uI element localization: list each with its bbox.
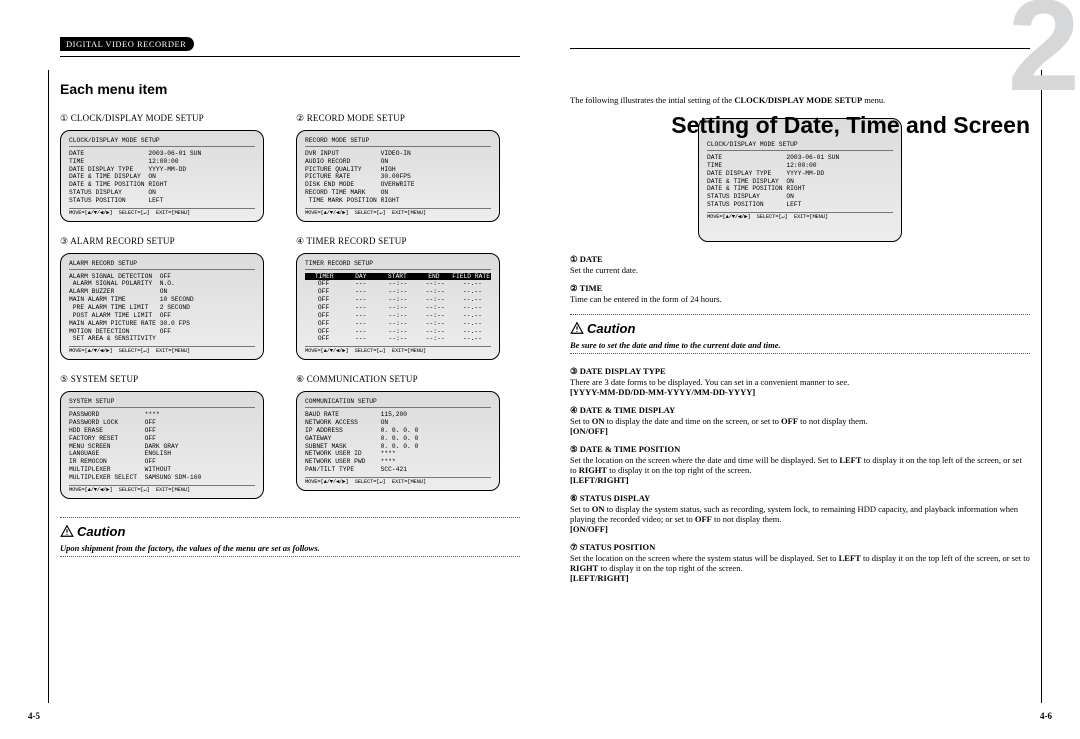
caution-text: Upon shipment from the factory, the valu… [60,543,520,553]
osd-screen: CLOCK/DISPLAY MODE SETUPDATE 2003-06-01 … [60,130,264,222]
chapter-number: 2 [1008,0,1080,91]
setting-item: ⑤ DATE & TIME POSITIONSet the location o… [570,444,1030,485]
menu-label: ④ TIMER RECORD SETUP [296,236,520,247]
setting-item: ① DATESet the current date. [570,254,1030,275]
menu-label: ② RECORD MODE SETUP [296,113,520,124]
vertical-rule [1041,70,1042,703]
page-number: 4-6 [1040,711,1052,721]
setting-item: ④ DATE & TIME DISPLAYSet to ON to displa… [570,405,1030,436]
menu-block: ② RECORD MODE SETUP RECORD MODE SETUPDVR … [296,113,520,222]
section-title: Each menu item [60,81,520,97]
osd-screen: ALARM RECORD SETUPALARM SIGNAL DETECTION… [60,253,264,360]
menu-label: ③ ALARM RECORD SETUP [60,236,284,247]
menu-block: ① CLOCK/DISPLAY MODE SETUP CLOCK/DISPLAY … [60,113,284,222]
top-rule [570,48,1030,49]
osd-screen: RECORD MODE SETUPDVR INPUT VIDEO-IN AUDI… [296,130,500,222]
menu-grid: ① CLOCK/DISPLAY MODE SETUP CLOCK/DISPLAY … [60,113,520,499]
caution-block: Caution Be sure to set the date and time… [570,314,1030,354]
left-page: DIGITAL VIDEO RECORDER Each menu item ① … [0,0,540,739]
caution-title: Caution [60,524,520,539]
setting-item: ③ DATE DISPLAY TYPEThere are 3 date form… [570,366,1030,397]
osd-screen: TIMER RECORD SETUPTIMERDAYSTARTENDFIELD … [296,253,500,360]
top-rule [60,56,520,57]
item-list-bottom: ③ DATE DISPLAY TYPEThere are 3 date form… [570,366,1030,583]
menu-label: ① CLOCK/DISPLAY MODE SETUP [60,113,284,124]
right-page: 2 Setting of Date, Time and Screen The f… [540,0,1080,739]
chapter-title: Setting of Date, Time and Screen [570,112,1030,139]
intro-text: The following illustrates the intial set… [570,95,1030,106]
setting-item: ② TIMETime can be entered in the form of… [570,283,1030,304]
warning-icon [60,524,74,538]
warning-icon [570,321,584,335]
menu-block: ③ ALARM RECORD SETUP ALARM RECORD SETUPAL… [60,236,284,360]
osd-screen: SYSTEM SETUPPASSWORD **** PASSWORD LOCK … [60,391,264,498]
caution-title: Caution [570,321,1030,336]
menu-block: ⑤ SYSTEM SETUP SYSTEM SETUPPASSWORD **** … [60,374,284,498]
menu-block: ⑥ COMMUNICATION SETUP COMMUNICATION SETUP… [296,374,520,498]
menu-label: ⑥ COMMUNICATION SETUP [296,374,520,385]
setting-item: ⑥ STATUS DISPLAYSet to ON to display the… [570,493,1030,534]
caution-block: Caution Upon shipment from the factory, … [60,517,520,557]
page-number: 4-5 [28,711,40,721]
osd-screen: COMMUNICATION SETUPBAUD RATE 115,200 NET… [296,391,500,491]
menu-block: ④ TIMER RECORD SETUP TIMER RECORD SETUPTI… [296,236,520,360]
menu-label: ⑤ SYSTEM SETUP [60,374,284,385]
setting-item: ⑦ STATUS POSITIONSet the location on the… [570,542,1030,583]
caution-text: Be sure to set the date and time to the … [570,340,1030,350]
header-tag: DIGITAL VIDEO RECORDER [60,37,194,51]
item-list-top: ① DATESet the current date. ② TIMETime ca… [570,254,1030,304]
vertical-rule [48,70,49,703]
